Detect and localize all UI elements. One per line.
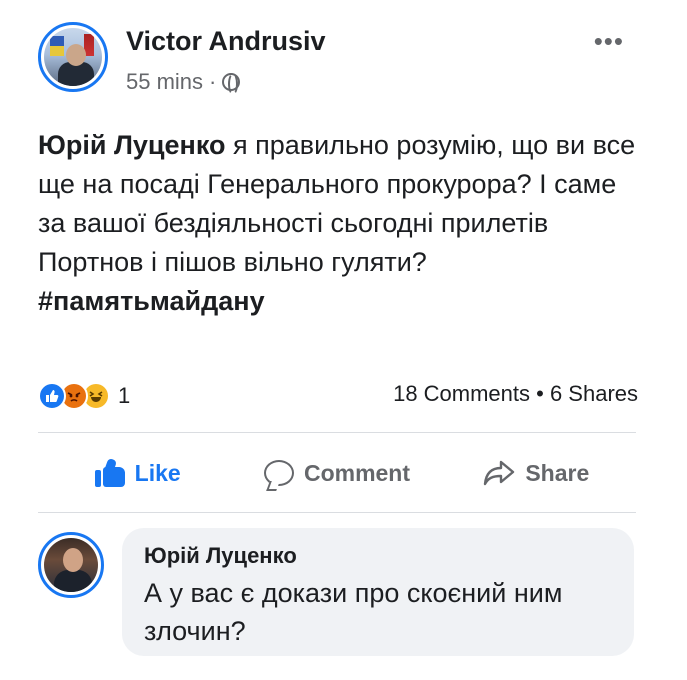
commenter-avatar[interactable] <box>38 532 104 598</box>
comment-button[interactable]: Comment <box>237 446 436 500</box>
commenter-avatar-image <box>44 538 98 592</box>
comment-bubble[interactable]: Юрій Луценко А у вас є докази про скоєни… <box>122 528 634 656</box>
comments-shares-count[interactable]: 18 Comments • 6 Shares <box>393 381 638 407</box>
like-label: Like <box>134 459 181 486</box>
reactions-summary[interactable]: 1 <box>38 382 130 410</box>
post-actions: Like Comment Share <box>38 446 636 500</box>
post-timestamp[interactable]: 55 mins <box>126 69 203 95</box>
share-button[interactable]: Share <box>437 446 636 500</box>
divider <box>38 432 636 433</box>
comment-label: Comment <box>303 459 411 486</box>
thumbs-up-icon <box>94 457 125 487</box>
meta-separator: · <box>209 69 217 94</box>
post-meta: 55 mins · <box>126 69 241 95</box>
divider <box>38 512 636 513</box>
more-options-icon[interactable]: ••• <box>594 28 624 54</box>
globe-icon <box>222 73 241 95</box>
share-label: Share <box>525 459 590 486</box>
author-avatar-image <box>44 28 102 86</box>
like-reaction-icon <box>38 382 66 410</box>
comment-text: А у вас є докази про скоєний ним злочин? <box>144 578 563 646</box>
post-stats: 1 18 Comments • 6 Shares <box>38 378 638 414</box>
post-mention[interactable]: Юрій Луценко <box>38 130 225 160</box>
post-header: Victor Andrusiv 55 mins · ••• <box>38 22 658 106</box>
like-button[interactable]: Like <box>38 446 237 500</box>
comment-item: Юрій Луценко А у вас є докази про скоєни… <box>38 528 658 658</box>
post-author-name[interactable]: Victor Andrusiv <box>126 26 326 57</box>
comment-author-name[interactable]: Юрій Луценко <box>144 542 612 570</box>
author-avatar[interactable] <box>38 22 108 92</box>
post-text: Юрій Луценко я правильно розумію, що ви … <box>38 126 648 321</box>
comment-bubble-icon <box>263 460 294 486</box>
post-hashtag[interactable]: #памятьмайдану <box>38 282 648 321</box>
share-arrow-icon <box>484 460 515 486</box>
reaction-count: 1 <box>118 383 131 408</box>
